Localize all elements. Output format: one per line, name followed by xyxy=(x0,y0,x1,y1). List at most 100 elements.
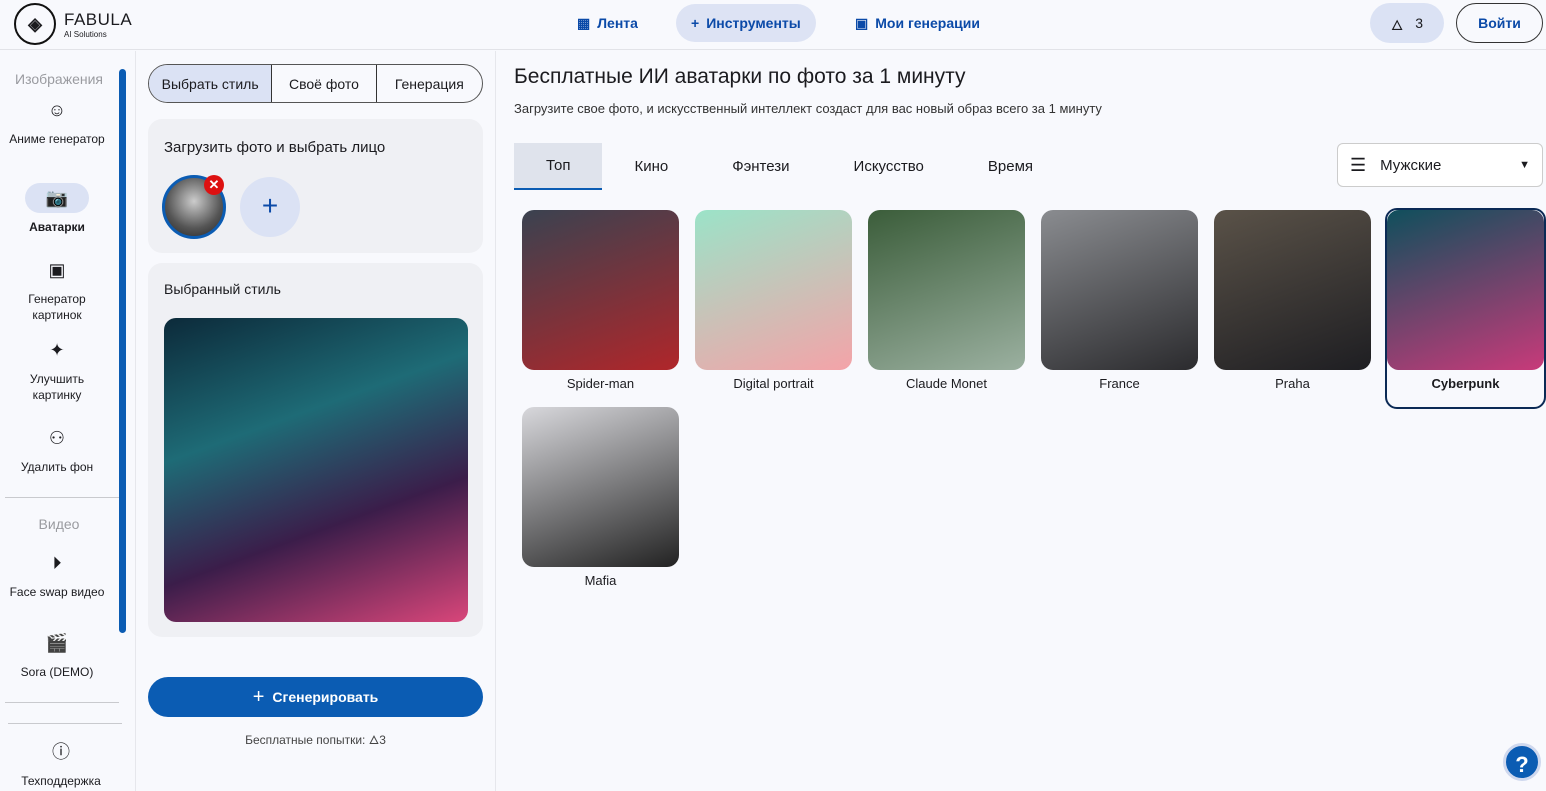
free-attempts: Бесплатные попытки: 🜂3 xyxy=(148,726,483,751)
style-name: Claude Monet xyxy=(906,376,987,391)
style-gallery: Spider-man Digital portrait Claude Monet Fr… xyxy=(522,208,1546,604)
alert-circle-icon: ⓘ xyxy=(52,742,70,762)
step-tabs: Выбрать стиль Своё фото Генерация xyxy=(148,64,483,103)
style-thumbnail xyxy=(695,210,852,370)
sidebar-item-label: Генератор картинок xyxy=(28,292,86,322)
style-card[interactable]: Cyberpunk xyxy=(1385,208,1546,409)
add-photo-button[interactable]: + xyxy=(240,177,300,237)
style-thumbnail xyxy=(868,210,1025,370)
divider xyxy=(5,497,119,498)
settings-panel: Выбрать стиль Своё фото Генерация Загруз… xyxy=(136,51,496,791)
tab-4[interactable]: Время xyxy=(956,143,1065,190)
plus-icon: + xyxy=(691,15,700,31)
style-name: Cyberpunk xyxy=(1431,376,1500,391)
sidebar-item-anime[interactable]: ☺ Аниме генератор xyxy=(0,95,114,147)
sidebar-item-label: Техподдержка xyxy=(21,774,101,788)
image-icon: ▣ xyxy=(855,14,869,31)
remove-face-icon[interactable]: ✕ xyxy=(204,175,224,195)
style-name: Digital portrait xyxy=(733,376,814,391)
sidebar-scrollbar[interactable] xyxy=(119,69,126,633)
credits-button[interactable]: 🜂 3 xyxy=(1370,3,1444,43)
step-choose-style[interactable]: Выбрать стиль xyxy=(149,65,273,102)
top-bar: ◈ FABULA AI Solutions ▦ Лента + Инструменты… xyxy=(0,0,1546,50)
tab-0[interactable]: Топ xyxy=(514,143,603,190)
step-own-photo[interactable]: Своё фото xyxy=(272,65,377,102)
fabula-logo-icon: ◈ xyxy=(14,3,56,45)
sliders-icon: ☰ xyxy=(1350,154,1367,175)
style-name: France xyxy=(1099,376,1140,391)
style-card[interactable]: Spider-man xyxy=(522,210,679,407)
tab-2[interactable]: Фэнтези xyxy=(700,143,821,190)
upload-card: Загрузить фото и выбрать лицо ✕ + xyxy=(148,119,483,253)
nav-label: Лента xyxy=(597,15,638,31)
sidebar-item-label: Аватарки xyxy=(29,220,85,234)
category-tabs: Топ Кино Фэнтези Искусство Время xyxy=(514,143,1065,190)
flame-icon: 🜂 xyxy=(368,733,380,747)
clapperboard-icon: 🎬 xyxy=(45,633,69,653)
sidebar-item-enhance[interactable]: ✦ Улучшить картинку xyxy=(0,335,114,403)
style-name: Praha xyxy=(1275,376,1310,391)
sidebar: Изображения ☺ Аниме генератор 📷 Аватарки ▣… xyxy=(0,51,136,791)
generate-button[interactable]: + Сгенерировать xyxy=(148,677,483,717)
selected-style-card: Выбранный стиль xyxy=(148,263,483,637)
main-content: Бесплатные ИИ аватарки по фото за 1 мину… xyxy=(497,51,1546,791)
brand-name: FABULA xyxy=(64,9,133,29)
style-card[interactable]: France xyxy=(1041,210,1198,407)
login-button[interactable]: Войти xyxy=(1456,3,1543,43)
tab-3[interactable]: Искусство xyxy=(822,143,956,190)
generate-label: Сгенерировать xyxy=(272,689,379,705)
page-title: Бесплатные ИИ аватарки по фото за 1 мину… xyxy=(514,65,966,88)
help-button[interactable]: ? xyxy=(1503,743,1541,781)
section-images: Изображения xyxy=(15,71,103,87)
upload-title: Загрузить фото и выбрать лицо xyxy=(164,139,386,156)
remove-bg-icon: ⚇ xyxy=(48,428,66,448)
anime-icon: ☺ xyxy=(47,100,67,120)
brand-sub: AI Solutions xyxy=(64,29,107,39)
sidebar-item-avatars[interactable]: 📷 Аватарки xyxy=(0,183,114,235)
nav-feed[interactable]: ▦ Лента xyxy=(562,4,653,42)
plus-icon: + xyxy=(252,685,265,708)
logo[interactable]: ◈ FABULA AI Solutions xyxy=(14,3,132,45)
free-attempts-count: 3 xyxy=(379,733,386,747)
sidebar-item-label: Удалить фон xyxy=(20,460,94,474)
image-plus-icon: ▣ xyxy=(48,260,66,280)
credits-count: 3 xyxy=(1415,15,1424,31)
step-generation[interactable]: Генерация xyxy=(377,65,482,102)
style-thumbnail xyxy=(1214,210,1371,370)
section-video: Видео xyxy=(38,516,80,532)
style-card[interactable]: Claude Monet xyxy=(868,210,1025,407)
nav-my-generations[interactable]: ▣ Мои генерации xyxy=(840,4,995,42)
sidebar-item-face-swap[interactable]: ⏵ Face swap видео xyxy=(0,548,114,600)
sidebar-item-label: Face swap видео xyxy=(9,585,105,599)
style-thumbnail xyxy=(522,210,679,370)
caret-down-icon: ▼ xyxy=(1519,159,1530,171)
style-name: Spider-man xyxy=(566,376,635,391)
sparkles-icon: ✦ xyxy=(49,340,65,360)
sidebar-item-label: Sora (DEMO) xyxy=(20,665,94,679)
style-card[interactable]: Mafia xyxy=(522,407,679,604)
style-name: Mafia xyxy=(584,573,617,588)
sidebar-item-sora[interactable]: 🎬 Sora (DEMO) xyxy=(0,628,114,680)
sidebar-item-label: Улучшить картинку xyxy=(29,372,85,402)
tab-1[interactable]: Кино xyxy=(602,143,700,190)
page-subtitle: Загрузите свое фото, и искусственный инт… xyxy=(514,101,1102,116)
nav-tools[interactable]: + Инструменты xyxy=(676,4,816,42)
grid-icon: ▦ xyxy=(577,14,591,31)
selected-style-preview xyxy=(164,318,468,622)
style-thumbnail xyxy=(1387,210,1544,370)
divider xyxy=(8,723,122,724)
style-card[interactable]: Digital portrait xyxy=(695,210,852,407)
play-circle-icon: ⏵ xyxy=(52,553,62,573)
gender-filter-select[interactable]: ☰ Мужские ▼ xyxy=(1337,143,1543,187)
selected-style-title: Выбранный стиль xyxy=(164,281,281,297)
flame-icon: 🜂 xyxy=(1390,16,1404,33)
style-card[interactable]: Praha xyxy=(1214,210,1371,407)
sidebar-item-support[interactable]: ⓘ Техподдержка xyxy=(4,737,118,789)
filter-value: Мужские xyxy=(1380,156,1442,174)
divider xyxy=(5,702,119,703)
sidebar-item-image-generator[interactable]: ▣ Генератор картинок xyxy=(0,255,114,323)
camera-plus-icon: 📷 xyxy=(25,183,89,213)
nav-label: Мои генерации xyxy=(875,15,980,31)
nav-label: Инструменты xyxy=(706,15,801,31)
sidebar-item-remove-bg[interactable]: ⚇ Удалить фон xyxy=(0,423,114,475)
